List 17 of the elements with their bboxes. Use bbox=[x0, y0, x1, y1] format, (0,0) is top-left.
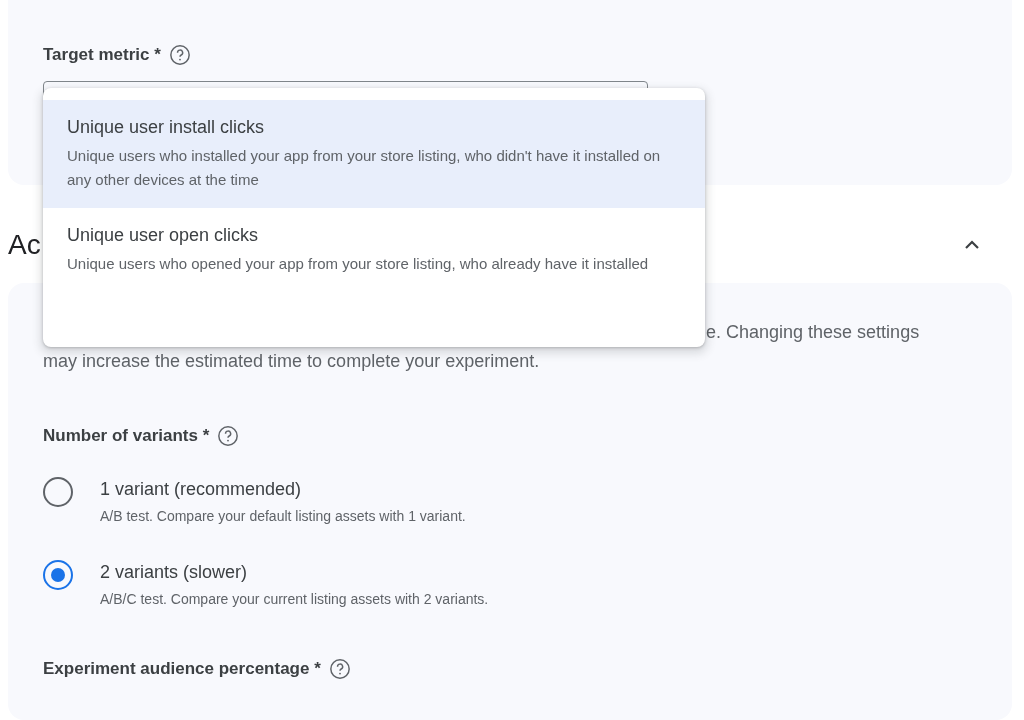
help-icon[interactable] bbox=[168, 44, 191, 66]
menu-item[interactable]: Unique user install clicks Unique users who installed your app from your store listing, who didn't have it installed on any other devices at the time bbox=[43, 100, 705, 208]
field-label: Experiment audience percentage * bbox=[43, 658, 321, 680]
field-label: Target metric * bbox=[43, 44, 161, 66]
help-icon[interactable] bbox=[328, 658, 351, 680]
option-label: 2 variants (slower) bbox=[100, 561, 249, 584]
description-text: e. Changing these settings bbox=[705, 321, 921, 344]
help-icon[interactable] bbox=[217, 425, 240, 447]
menu-item[interactable]: Unique user open clicks Unique users who opened your app from your store listing, who already have it installed bbox=[43, 208, 705, 292]
description-text: may increase the estimated time to complete your experiment. bbox=[43, 350, 541, 373]
option-label: 1 variant (recommended) bbox=[100, 478, 303, 501]
radio-button[interactable] bbox=[43, 477, 73, 507]
section-heading: Ac bbox=[8, 228, 41, 262]
field-label: Number of variants * bbox=[43, 425, 210, 447]
option-description: A/B test. Compare your default listing assets with 1 variant. bbox=[100, 507, 466, 526]
radio-button[interactable] bbox=[43, 560, 73, 590]
option-description: A/B/C test. Compare your current listing assets with 2 variants. bbox=[100, 590, 489, 609]
